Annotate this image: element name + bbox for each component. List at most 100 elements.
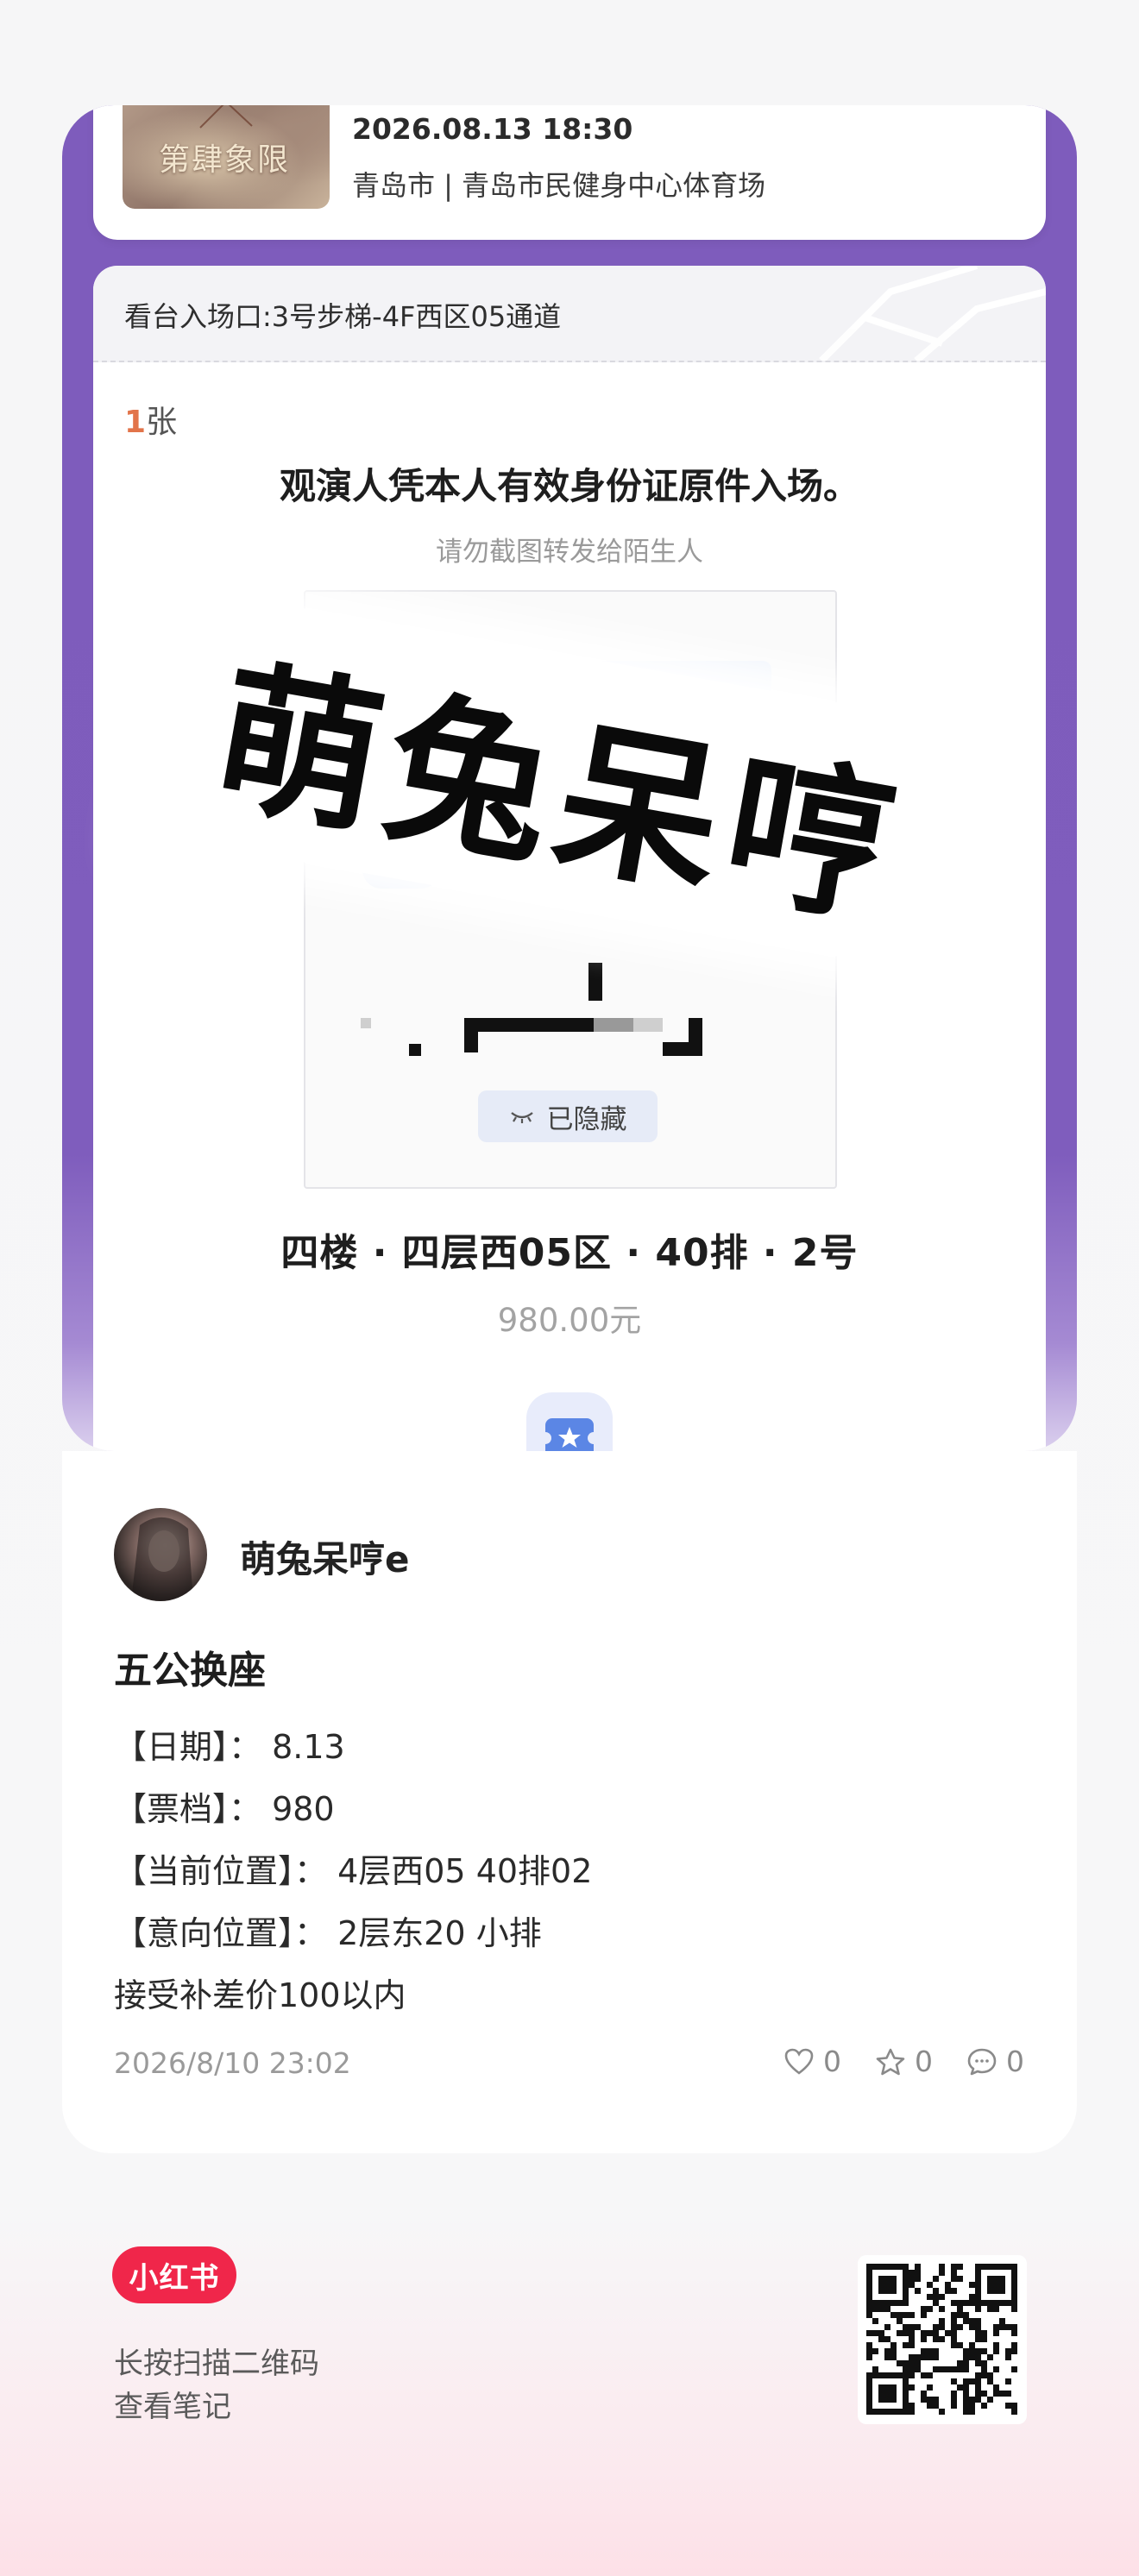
qr-module xyxy=(1011,2270,1017,2276)
qr-module xyxy=(939,2306,945,2312)
qr-module xyxy=(878,2264,884,2270)
qr-module xyxy=(969,2397,975,2403)
qr-module xyxy=(903,2366,909,2372)
qr-module xyxy=(975,2391,981,2397)
qr-module xyxy=(872,2372,878,2378)
qr-module xyxy=(963,2300,969,2306)
qr-module xyxy=(903,2372,909,2378)
qr-module xyxy=(957,2300,963,2306)
screenshot-warning: 请勿截图转发给陌生人 xyxy=(436,537,703,568)
qr-module xyxy=(1011,2348,1017,2354)
collect-stat[interactable]: 0 xyxy=(875,2045,933,2078)
qr-module xyxy=(939,2318,945,2324)
qr-module xyxy=(884,2300,890,2306)
qr-module xyxy=(866,2294,872,2300)
qr-module xyxy=(975,2348,981,2354)
qr-module xyxy=(884,2336,890,2342)
brand-logo: 小红书 xyxy=(112,2246,236,2303)
qr-module xyxy=(957,2264,963,2270)
qr-module xyxy=(927,2397,933,2403)
footer-view-note: 查看笔记 xyxy=(114,2390,231,2424)
qr-module xyxy=(909,2354,915,2360)
qr-module xyxy=(969,2282,975,2288)
qr-module xyxy=(872,2306,878,2312)
qr-module xyxy=(1005,2324,1011,2330)
entry-notice: 观演人凭本人有效身份证原件入场。 xyxy=(279,465,859,507)
closed-eye-icon xyxy=(510,1112,533,1123)
qr-module xyxy=(999,2318,1005,2324)
qr-module xyxy=(951,2342,957,2348)
ticket-icon[interactable] xyxy=(526,1392,613,1451)
qr-module xyxy=(957,2360,963,2366)
qr-module xyxy=(927,2282,933,2288)
qr-module xyxy=(1005,2348,1011,2354)
qr-module xyxy=(999,2300,1005,2306)
qr-module xyxy=(1011,2330,1017,2336)
footer-scan-hint: 长按扫描二维码 xyxy=(114,2347,319,2381)
note-line-tier: 【票档】： 980 xyxy=(114,1790,335,1828)
event-card[interactable]: 第肆象限 2026.08.13 18:30 青岛市 | 青岛市民健身中心体育场 xyxy=(93,105,1046,240)
qr-module xyxy=(951,2403,957,2409)
qr-module xyxy=(866,2354,872,2360)
qr-module xyxy=(1005,2264,1011,2270)
qr-module xyxy=(866,2342,872,2348)
note-date: 2026/8/10 23:02 xyxy=(114,2046,351,2080)
qr-module xyxy=(1011,2342,1017,2348)
qr-module xyxy=(987,2306,993,2312)
map-pattern xyxy=(819,266,1046,361)
qr-module xyxy=(909,2324,915,2330)
ticket-quantity-number: 1 xyxy=(124,405,147,440)
star-icon xyxy=(876,2048,905,2075)
qr-module xyxy=(921,2336,927,2342)
qr-module xyxy=(933,2354,939,2360)
qr-module xyxy=(903,2264,909,2270)
hidden-badge[interactable]: 已隐藏 xyxy=(478,1090,658,1142)
qr-module xyxy=(981,2366,987,2372)
like-stat[interactable]: 0 xyxy=(783,2045,841,2078)
qr-module xyxy=(1005,2378,1011,2384)
qr-module xyxy=(915,2366,921,2372)
qr-module xyxy=(903,2294,909,2300)
qr-module xyxy=(963,2409,969,2415)
qr-module xyxy=(939,2294,945,2300)
qr-module xyxy=(969,2324,975,2330)
qr-module xyxy=(1011,2300,1017,2306)
qr-module xyxy=(975,2276,981,2282)
entrance-gate: 看台入场口:3号步梯-4F西区05通道 xyxy=(124,300,562,333)
qr-module xyxy=(939,2324,945,2330)
qr-module xyxy=(951,2397,957,2403)
qr-module xyxy=(933,2366,939,2372)
qr-module xyxy=(933,2276,939,2282)
qr-module xyxy=(878,2384,884,2391)
qr-module xyxy=(981,2403,987,2409)
qr-code-icon[interactable] xyxy=(858,2255,1027,2424)
qr-module xyxy=(890,2312,897,2318)
qr-module xyxy=(933,2324,939,2330)
qr-module xyxy=(909,2270,915,2276)
qr-module xyxy=(999,2276,1005,2282)
qr-module xyxy=(897,2372,903,2378)
qr-module xyxy=(1011,2264,1017,2270)
qr-module xyxy=(945,2282,951,2288)
qr-module xyxy=(993,2342,999,2348)
qr-module xyxy=(975,2324,981,2330)
qr-module xyxy=(884,2306,890,2312)
qr-pixel xyxy=(588,963,602,1001)
qr-module xyxy=(951,2336,957,2342)
comment-stat[interactable]: 0 xyxy=(966,2045,1024,2078)
qr-module xyxy=(993,2300,999,2306)
avatar[interactable] xyxy=(114,1508,207,1601)
username[interactable]: 萌兔呆哼e xyxy=(240,1530,410,1583)
qr-module xyxy=(903,2409,909,2415)
qr-module xyxy=(951,2324,957,2330)
qr-module xyxy=(909,2409,915,2415)
seat-info: 四楼 · 四层西05区 · 40排 · 2号 xyxy=(280,1231,859,1275)
qr-module xyxy=(927,2330,933,2336)
qr-module xyxy=(921,2306,927,2312)
qr-pixel xyxy=(663,1042,702,1056)
qr-module xyxy=(957,2312,963,2318)
qr-module xyxy=(903,2330,909,2336)
qr-module xyxy=(969,2342,975,2348)
qr-module xyxy=(981,2300,987,2306)
qr-module xyxy=(890,2288,897,2294)
